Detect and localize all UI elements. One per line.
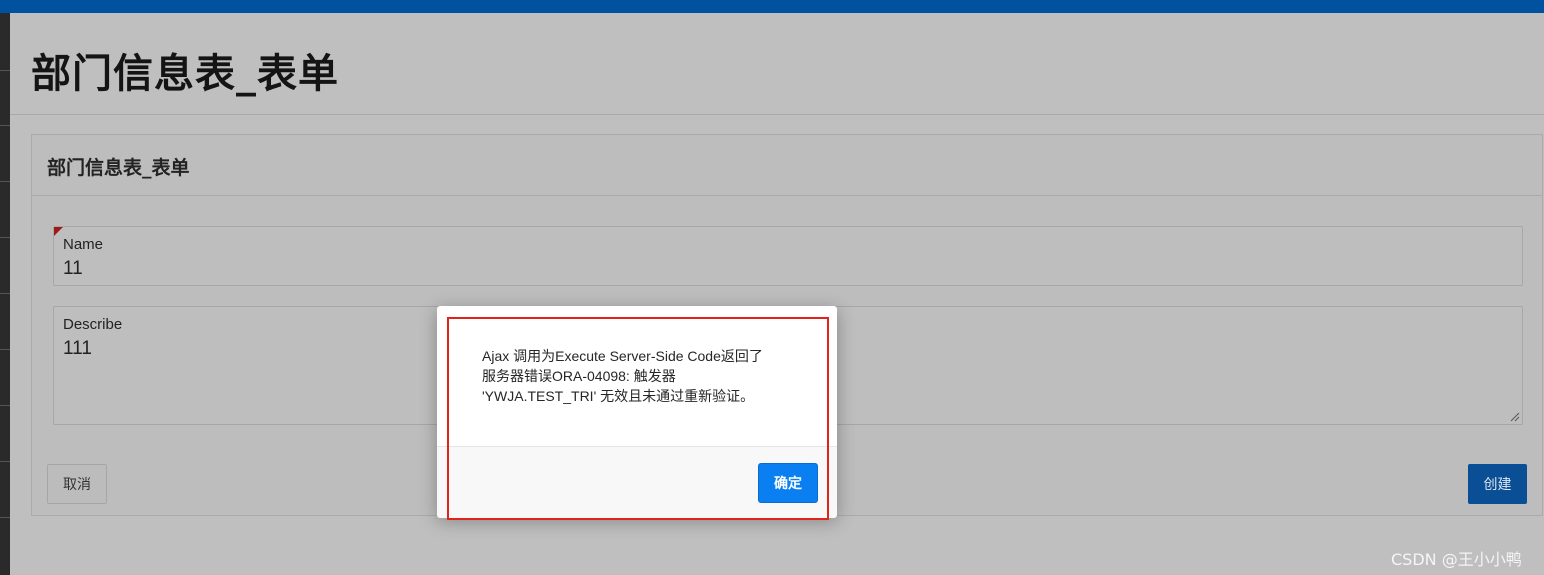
cancel-button[interactable]: 取消 [47,464,107,504]
watermark: CSDN @王小小鸭 [1391,550,1522,569]
top-nav-bar [0,0,1544,13]
describe-label: Describe [63,316,123,333]
name-input-value[interactable]: 11 [63,258,83,280]
side-nav-collapsed[interactable] [0,13,10,575]
region-header: 部门信息表_表单 [32,135,1542,196]
describe-textarea-value[interactable]: 111 [63,338,92,360]
annotation-highlight-box [447,317,829,520]
region-title: 部门信息表_表单 [47,157,190,179]
page-title: 部门信息表_表单 [31,51,339,97]
name-field[interactable]: Name 11 [53,226,1523,286]
resize-handle-icon[interactable] [1510,412,1520,422]
required-marker-icon [54,227,63,236]
create-button[interactable]: 创建 [1468,464,1527,504]
page-header: 部门信息表_表单 [10,13,1544,115]
name-label: Name [63,236,104,253]
